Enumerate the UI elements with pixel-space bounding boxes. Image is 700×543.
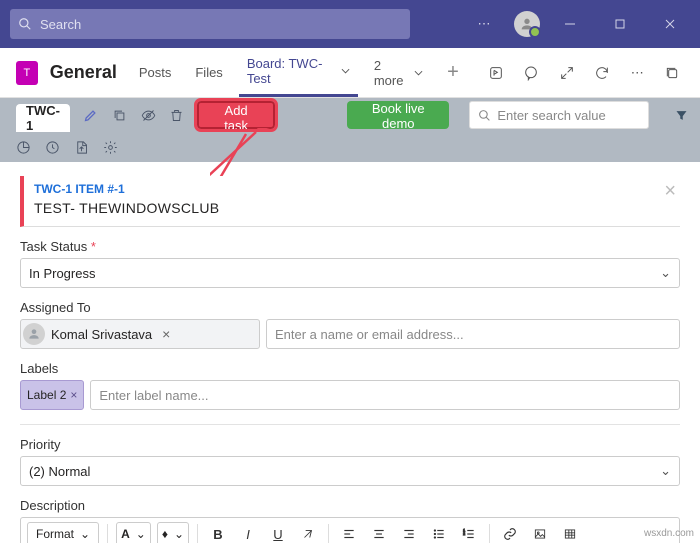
minimize-button[interactable]: [550, 4, 590, 44]
overflow-icon[interactable]: ⋯: [624, 58, 651, 88]
popout-icon[interactable]: [659, 58, 686, 88]
label-input[interactable]: Enter label name...: [90, 380, 680, 410]
export-icon[interactable]: [74, 140, 89, 155]
search-icon: [18, 17, 32, 31]
status-label: Task Status *: [20, 239, 680, 254]
more-icon[interactable]: ⋯: [464, 4, 504, 44]
font-color-dropdown[interactable]: A ⌄: [116, 522, 151, 543]
edit-icon[interactable]: [82, 105, 99, 125]
trash-icon[interactable]: [168, 105, 185, 125]
book-demo-button[interactable]: Book live demo: [347, 101, 449, 129]
list-ol-button[interactable]: 12: [457, 522, 481, 543]
tab-board[interactable]: Board: TWC-Test: [239, 49, 358, 97]
description-label: Description: [20, 498, 680, 513]
close-icon[interactable]: ×: [664, 180, 676, 203]
assigned-label: Assigned To: [20, 300, 680, 315]
chevron-down-icon: ⌄: [80, 527, 90, 541]
search-icon: [478, 109, 491, 122]
board-tab[interactable]: TWC-1: [16, 104, 70, 132]
tab-more[interactable]: 2 more: [366, 49, 431, 97]
chevron-down-icon: [414, 68, 423, 78]
item-title: TEST- THEWINDOWSCLUB: [34, 200, 672, 216]
chevron-down-icon: ⌄: [660, 463, 671, 479]
priority-label: Priority: [20, 437, 680, 452]
svg-text:2: 2: [463, 532, 465, 536]
app-icon[interactable]: [483, 58, 510, 88]
channel-name: General: [50, 62, 117, 83]
align-right-button[interactable]: [397, 522, 421, 543]
avatar-icon: [23, 323, 45, 345]
align-center-button[interactable]: [367, 522, 391, 543]
tab-files[interactable]: Files: [187, 49, 230, 97]
link-button[interactable]: [498, 522, 522, 543]
italic-button[interactable]: I: [236, 522, 260, 543]
add-task-button[interactable]: Add task: [197, 101, 275, 129]
list-ul-button[interactable]: [427, 522, 451, 543]
underline-button[interactable]: U: [266, 522, 290, 543]
chat-icon[interactable]: [518, 58, 545, 88]
copy-icon[interactable]: [111, 105, 128, 125]
item-header: TWC-1 ITEM #-1 TEST- THEWINDOWSCLUB ×: [20, 176, 680, 227]
format-dropdown[interactable]: Format ⌄: [27, 522, 99, 543]
item-id[interactable]: TWC-1 ITEM #-1: [34, 182, 672, 196]
close-button[interactable]: [650, 4, 690, 44]
gear-icon[interactable]: [103, 140, 118, 155]
clear-format-button[interactable]: [296, 522, 320, 543]
editor-toolbar: Format ⌄ A ⌄ ♦ ⌄ B I U 12: [20, 517, 680, 543]
add-tab-button[interactable]: +: [439, 58, 466, 88]
team-tile[interactable]: T: [16, 61, 38, 85]
pie-icon[interactable]: [16, 140, 31, 155]
chevron-down-icon: [341, 66, 350, 76]
refresh-icon[interactable]: [588, 58, 615, 88]
image-button[interactable]: [528, 522, 552, 543]
search-value-input[interactable]: Enter search value: [469, 101, 649, 129]
table-button[interactable]: [558, 522, 582, 543]
expand-icon[interactable]: [553, 58, 580, 88]
assignee-input[interactable]: Enter a name or email address...: [266, 319, 680, 349]
tab-posts[interactable]: Posts: [131, 49, 180, 97]
assignee-chip[interactable]: Komal Srivastava ×: [20, 319, 260, 349]
bold-button[interactable]: B: [206, 522, 230, 543]
align-left-button[interactable]: [337, 522, 361, 543]
remove-label-icon[interactable]: ×: [70, 388, 77, 402]
remove-assignee-icon[interactable]: ×: [162, 326, 170, 342]
avatar[interactable]: [514, 11, 540, 37]
eye-icon[interactable]: [140, 105, 157, 125]
global-search[interactable]: Search: [10, 9, 410, 39]
status-select[interactable]: In Progress ⌄: [20, 258, 680, 288]
label-chip[interactable]: Label 2 ×: [20, 380, 84, 410]
maximize-button[interactable]: [600, 4, 640, 44]
search-placeholder: Search: [40, 17, 81, 32]
watermark: wsxdn.com: [644, 528, 694, 539]
filter-icon[interactable]: [673, 105, 690, 125]
priority-select[interactable]: (2) Normal ⌄: [20, 456, 680, 486]
labels-label: Labels: [20, 361, 680, 376]
history-icon[interactable]: [45, 140, 60, 155]
highlight-dropdown[interactable]: ♦ ⌄: [157, 522, 189, 543]
chevron-down-icon: ⌄: [660, 265, 671, 281]
